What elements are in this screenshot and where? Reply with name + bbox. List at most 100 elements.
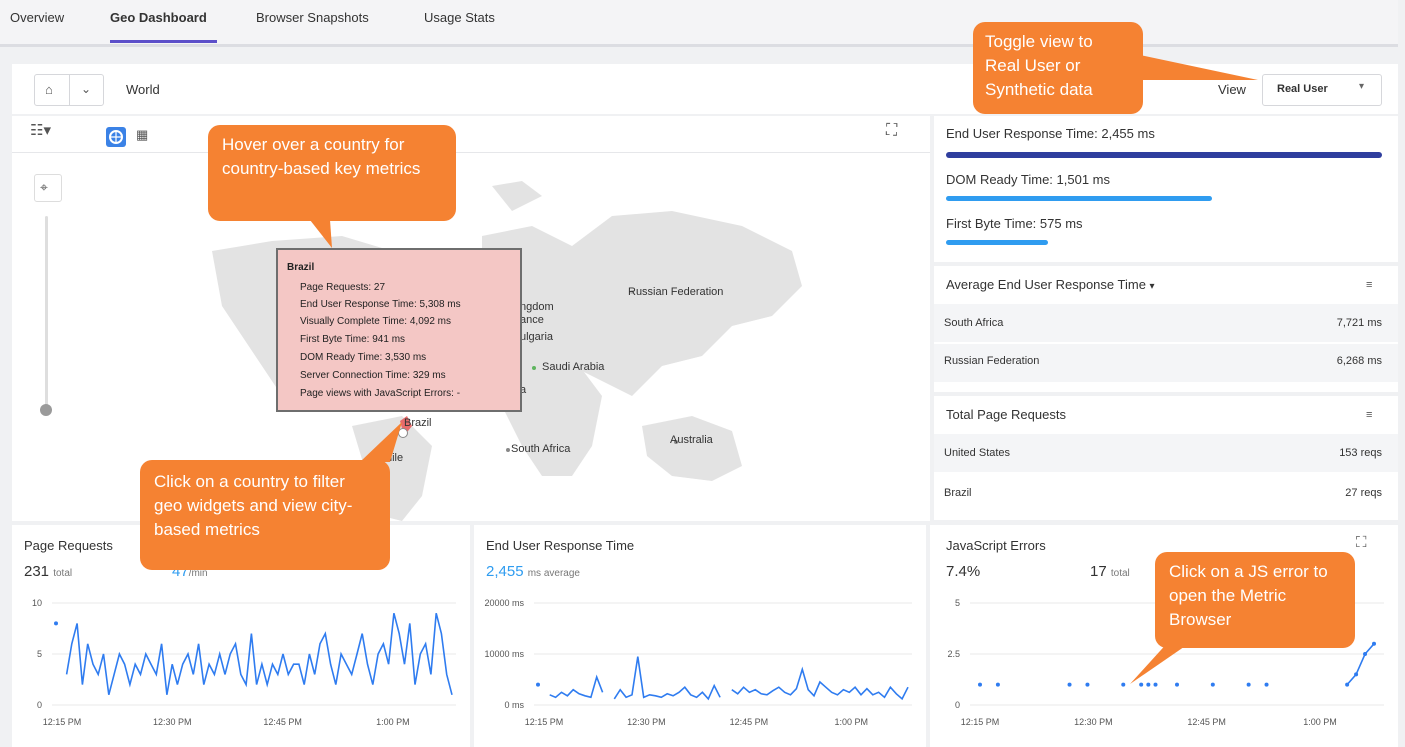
callout-click-country: Click on a country to filter geo widgets… <box>140 460 390 570</box>
callout-pointer <box>360 422 402 462</box>
marker-saudi-arabia[interactable] <box>532 366 536 370</box>
eurt-bar <box>946 152 1382 158</box>
row-name: Brazil <box>944 487 972 499</box>
tab-geo-dashboard[interactable]: Geo Dashboard <box>110 10 207 25</box>
callout-js-error: Click on a JS error to open the Metric B… <box>1155 552 1355 648</box>
x-tick-label: 12:45 PM <box>730 717 769 727</box>
data-point <box>1085 682 1090 687</box>
avg-eurt-title[interactable]: Average End User Response Time ▾ <box>946 277 1155 292</box>
map-label-kingdom: ngdom <box>520 301 554 313</box>
series-line <box>1346 643 1375 686</box>
breadcrumb-location[interactable]: World <box>126 82 160 97</box>
data-point <box>536 682 540 687</box>
y-tick-label: 5 <box>955 598 960 608</box>
avg-eurt-panel: Average End User Response Time ▾ ≡ South… <box>934 266 1398 392</box>
y-tick-label: 0 <box>37 700 42 710</box>
tooltip-line: DOM Ready Time: 3,530 ms <box>300 352 427 363</box>
callout-hover-country: Hover over a country for country-based k… <box>208 125 456 221</box>
list-item[interactable]: United States 153 reqs <box>934 434 1398 472</box>
data-point <box>1354 672 1359 677</box>
data-point <box>1264 682 1269 687</box>
tooltip-line: Page views with JavaScript Errors: - <box>300 388 461 399</box>
row-name: United States <box>944 447 1011 459</box>
filter-sliders-icon[interactable]: ☷▾ <box>30 123 51 138</box>
row-value: 153 reqs <box>1339 447 1382 459</box>
x-tick-label: 1:00 PM <box>835 717 869 727</box>
list-item[interactable]: South Africa 7,721 ms <box>934 304 1398 342</box>
map-label-russia: Russian Federation <box>628 286 724 298</box>
callout-text: Click on a country to filter geo widgets… <box>154 472 353 539</box>
map-label-bulgaria: ulgaria <box>520 331 554 343</box>
callout-text: Hover over a country for country-based k… <box>222 135 421 178</box>
total-page-requests-title: Total Page Requests <box>946 407 1066 422</box>
data-point <box>1246 682 1251 687</box>
tooltip-line: Page Requests: 27 <box>300 282 386 293</box>
map-label-south-africa: South Africa <box>511 443 571 455</box>
data-point <box>54 621 58 626</box>
x-tick-label: 12:45 PM <box>263 717 302 727</box>
row-value: 27 reqs <box>1345 487 1382 499</box>
data-point <box>1345 682 1350 687</box>
y-tick-label: 5 <box>37 649 42 659</box>
list-item[interactable]: Brazil 27 reqs <box>934 474 1398 512</box>
tab-bar: Overview Geo Dashboard Browser Snapshots… <box>0 0 1398 47</box>
chevron-down-icon[interactable]: ⌄ <box>81 82 91 96</box>
y-tick-label: 2.5 <box>947 649 960 659</box>
grid-view-icon[interactable]: ▦ <box>136 128 148 142</box>
home-dropdown[interactable]: ⌂ ⌄ <box>34 74 104 106</box>
callout-text: Click on a JS error to open the Metric B… <box>1169 562 1328 629</box>
globe-view-icon[interactable] <box>106 127 126 147</box>
first-byte-metric-label: First Byte Time: 575 ms <box>946 216 1083 231</box>
callout-toggle-view: Toggle view to Real User or Synthetic da… <box>973 22 1143 114</box>
country-tooltip: Brazil Page Requests: 27 End User Respon… <box>276 248 522 412</box>
marker-south-africa[interactable] <box>506 448 510 452</box>
series-line <box>549 656 909 701</box>
map-label-saudi-arabia: Saudi Arabia <box>542 361 605 373</box>
y-tick-label: 10 <box>32 598 42 608</box>
row-name: Russian Federation <box>944 355 1040 367</box>
callout-pointer <box>310 220 332 248</box>
view-select[interactable]: Real User ▾ <box>1262 74 1382 106</box>
tooltip-line: Visually Complete Time: 4,092 ms <box>300 316 451 327</box>
eurt-metric-label: End User Response Time: 2,455 ms <box>946 126 1155 141</box>
map-label-australia: Australia <box>670 434 713 446</box>
tab-browser-snapshots[interactable]: Browser Snapshots <box>256 10 369 25</box>
data-point <box>1372 641 1376 646</box>
fullscreen-icon[interactable]: ⛶ <box>1356 535 1367 550</box>
callout-text: Toggle view to Real User or Synthetic da… <box>985 32 1093 99</box>
tooltip-line: First Byte Time: 941 ms <box>300 334 406 345</box>
row-value: 6,268 ms <box>1336 355 1382 367</box>
x-tick-label: 1:00 PM <box>1303 717 1337 727</box>
y-tick-label: 20000 ms <box>484 598 524 608</box>
data-point <box>995 682 1000 687</box>
eurt-average: 2,455 ms average <box>486 563 580 580</box>
widget-title: End User Response Time <box>486 538 635 553</box>
fullscreen-icon[interactable]: ⛶ <box>886 123 897 139</box>
caret-down-icon: ▾ <box>1359 81 1365 92</box>
callout-pointer <box>1130 640 1194 684</box>
y-tick-label: 10000 ms <box>484 649 524 659</box>
list-item[interactable]: Russian Federation 6,268 ms <box>934 344 1398 382</box>
menu-icon[interactable]: ≡ <box>1366 278 1372 292</box>
row-value: 7,721 ms <box>1336 317 1382 329</box>
home-icon[interactable]: ⌂ <box>45 83 53 97</box>
eurt-widget: End User Response Time 2,455 ms average … <box>474 525 926 747</box>
tab-overview[interactable]: Overview <box>10 10 64 25</box>
x-tick-label: 12:30 PM <box>627 717 666 727</box>
tooltip-line: Server Connection Time: 329 ms <box>300 370 446 381</box>
data-point <box>1067 682 1072 687</box>
view-select-value: Real User <box>1277 83 1328 95</box>
widget-title: Page Requests <box>24 538 113 553</box>
tooltip-title: Brazil <box>287 262 315 273</box>
map-label-france: ance <box>520 314 544 326</box>
js-errors-total: 17 total <box>1090 563 1130 580</box>
tab-usage-stats[interactable]: Usage Stats <box>424 10 495 25</box>
x-tick-label: 1:00 PM <box>376 717 410 727</box>
eurt-chart[interactable]: 20000 ms 10000 ms 0 ms12:15 PM 12:30 PM 12:4… <box>474 593 926 747</box>
menu-icon[interactable]: ≡ <box>1366 408 1372 422</box>
data-point <box>1210 682 1215 687</box>
x-tick-label: 12:15 PM <box>525 717 564 727</box>
dom-ready-bar <box>946 196 1213 201</box>
widget-title: JavaScript Errors <box>946 538 1046 553</box>
page-requests-chart[interactable]: 10 5 012:15 PM 12:30 PM 12:45 PM 1:00 PM <box>12 593 470 747</box>
